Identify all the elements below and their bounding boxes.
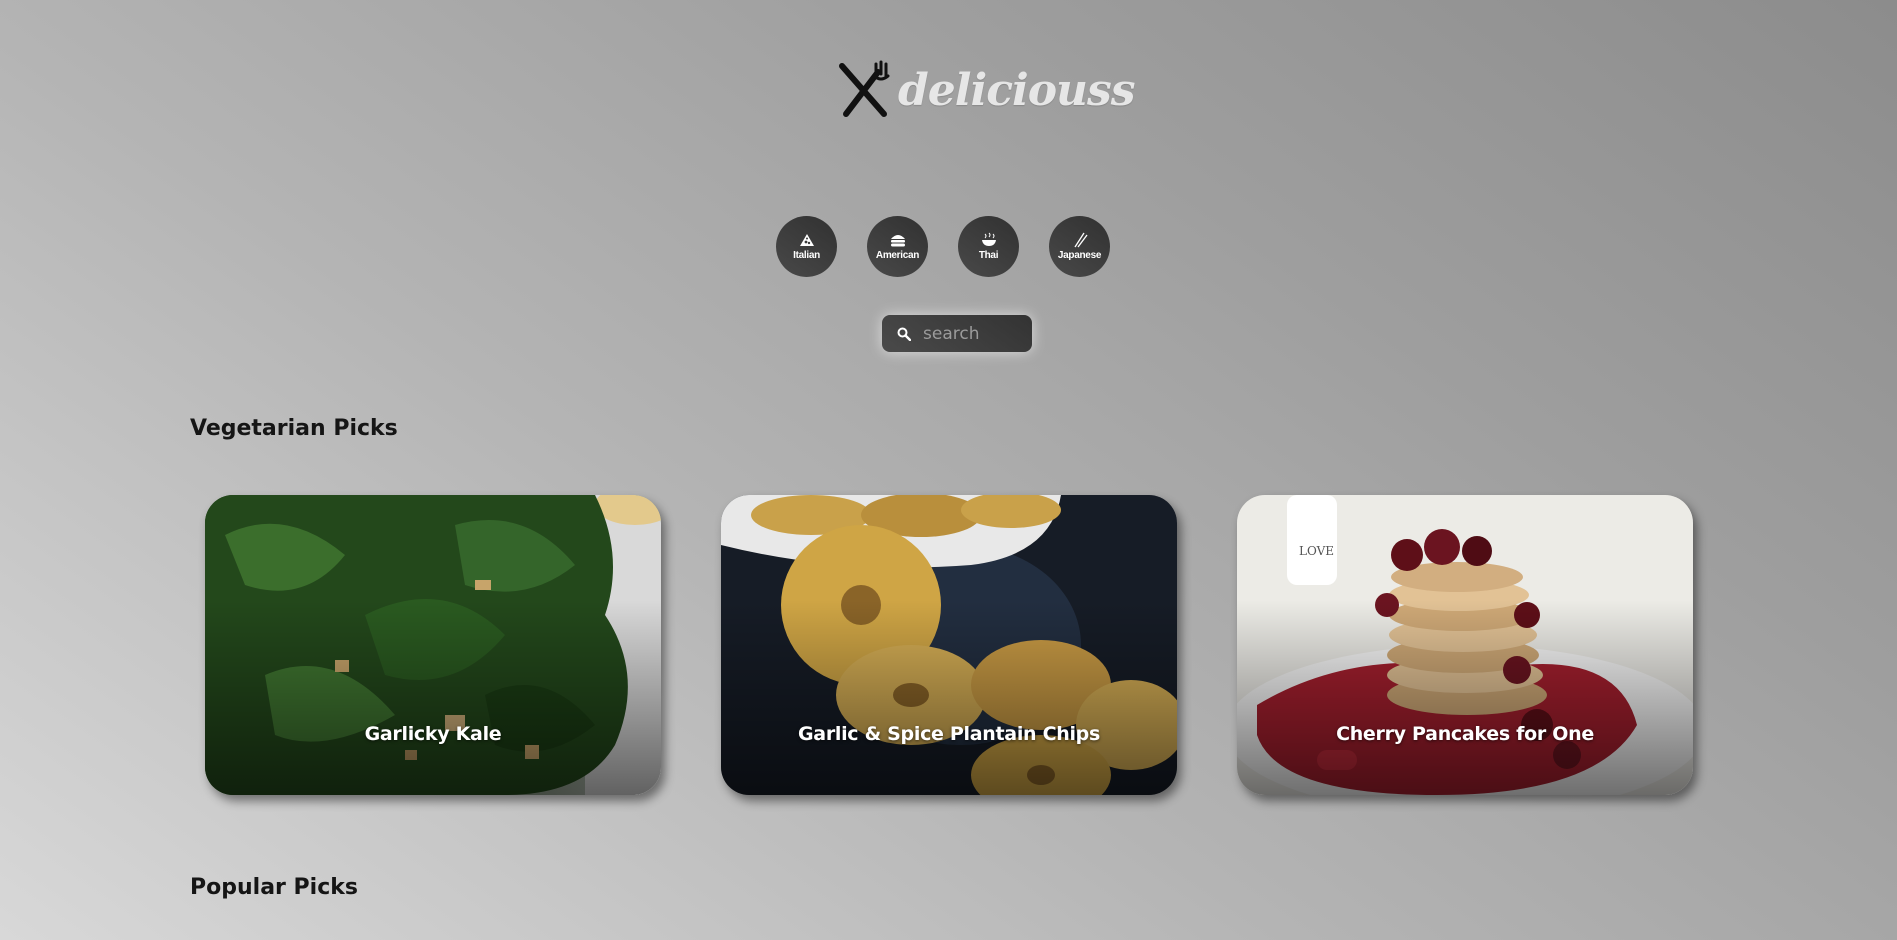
burger-icon [890, 235, 905, 247]
cuisine-japanese-button[interactable]: Japanese [1049, 216, 1110, 277]
recipe-title: Cherry Pancakes for One [1336, 723, 1594, 745]
brand-logo[interactable]: deliciouss [836, 60, 1136, 120]
section-title-popular: Popular Picks [190, 875, 358, 900]
noodle-bowl-icon [981, 232, 996, 246]
cuisine-american-button[interactable]: American [867, 216, 928, 277]
card-overlay [1237, 495, 1693, 795]
cuisine-thai-button[interactable]: Thai [958, 216, 1019, 277]
recipe-card[interactable]: Garlic & Spice Plantain Chips [721, 495, 1177, 795]
cuisine-nav: Italian American Thai Japanese [776, 216, 1110, 277]
cuisine-label: American [875, 250, 920, 261]
brand-name: deliciouss [898, 64, 1136, 116]
section-title-vegetarian: Vegetarian Picks [190, 416, 398, 441]
search-input[interactable] [923, 323, 1023, 344]
card-overlay [205, 495, 661, 795]
cutlery-icon [839, 60, 890, 117]
card-overlay [721, 495, 1177, 795]
cuisine-italian-button[interactable]: Italian [776, 216, 837, 277]
recipe-title: Garlicky Kale [364, 723, 502, 745]
recipe-card[interactable]: LOVE Cherry Pancakes for One [1237, 495, 1693, 795]
recipe-title: Garlic & Spice Plantain Chips [798, 723, 1100, 745]
cuisine-label: Italian [793, 250, 820, 261]
pizza-icon [799, 234, 814, 246]
cuisine-label: Thai [978, 250, 999, 261]
recipe-card[interactable]: Garlicky Kale [205, 495, 661, 795]
cuisine-label: Japanese [1057, 250, 1102, 261]
vegetarian-cards: Garlicky Kale Garlic & Spice Plantain Ch… [205, 495, 1693, 795]
search-icon [897, 327, 911, 341]
chopsticks-icon [1073, 232, 1088, 248]
search-bar[interactable] [882, 315, 1032, 352]
